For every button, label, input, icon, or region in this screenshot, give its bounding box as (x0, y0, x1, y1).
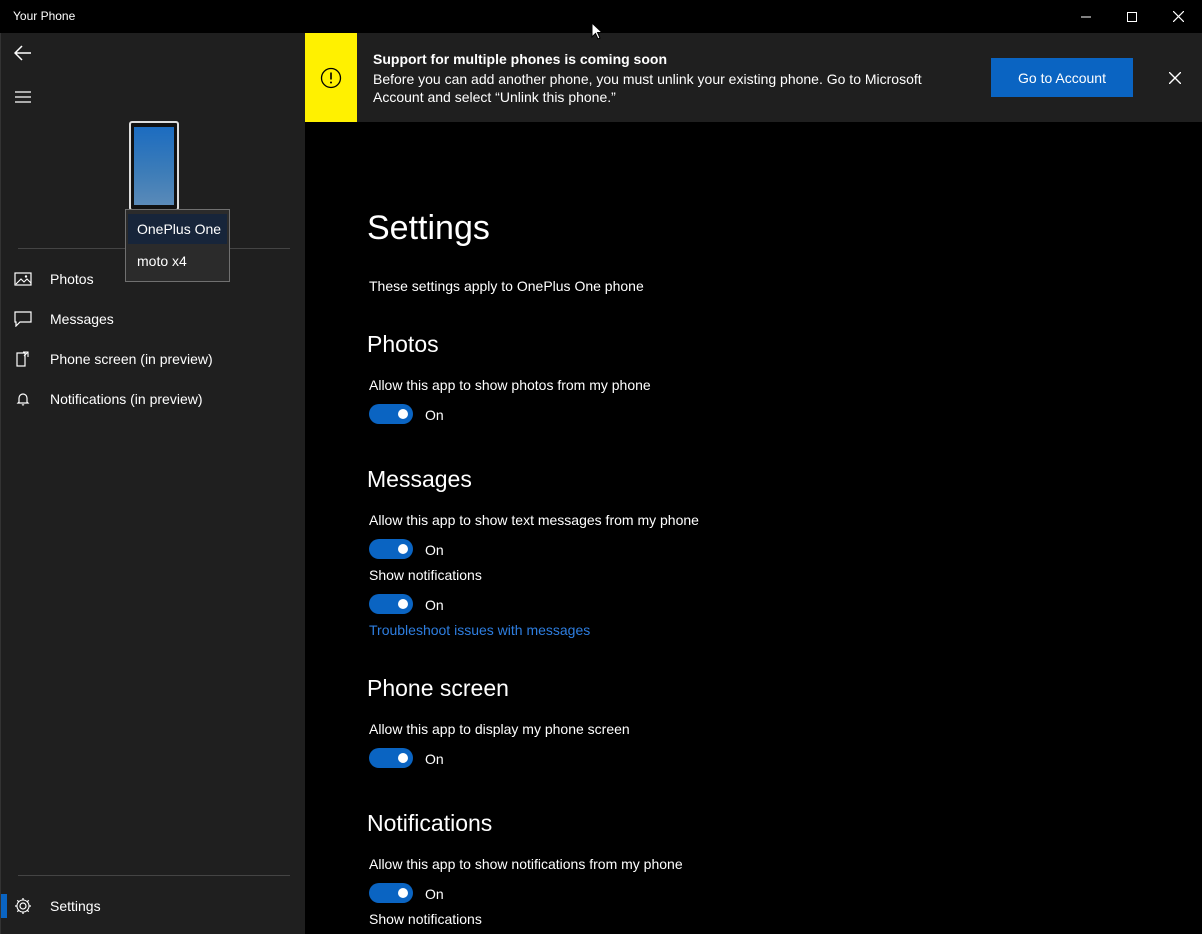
sidebar-item-label: Phone screen (in preview) (50, 351, 213, 367)
sidebar: Photos Messages Phone screen (in preview… (0, 33, 305, 934)
phone-screen-graphic (134, 127, 174, 205)
selection-marker (1, 894, 7, 918)
phone-screen-allow-toggle[interactable] (369, 748, 413, 768)
gear-icon (15, 898, 31, 914)
mouse-cursor-icon (591, 22, 603, 40)
photos-allow-label: Allow this app to show photos from my ph… (369, 377, 651, 393)
notifications-allow-label: Allow this app to show notifications fro… (369, 856, 683, 872)
hamburger-icon (15, 91, 31, 103)
page-title: Settings (367, 209, 490, 247)
toggle-state-label: On (425, 407, 444, 423)
section-heading-messages: Messages (367, 466, 472, 492)
sidebar-item-label: Notifications (in preview) (50, 391, 203, 407)
toggle-knob (398, 888, 408, 898)
toggle-state-label: On (425, 886, 444, 902)
sidebar-item-notifications[interactable]: Notifications (in preview) (1, 379, 305, 419)
troubleshoot-messages-link[interactable]: Troubleshoot issues with messages (369, 622, 590, 638)
back-button[interactable] (5, 35, 41, 71)
phone-image[interactable] (129, 121, 179, 211)
app-title: Your Phone (13, 9, 76, 23)
section-heading-notifications: Notifications (367, 810, 493, 836)
bell-icon (16, 393, 30, 406)
warning-icon (320, 67, 342, 88)
banner-message: Before you can add another phone, you mu… (373, 71, 922, 105)
go-to-account-button[interactable]: Go to Account (991, 58, 1133, 97)
phone-screen-allow-label: Allow this app to display my phone scree… (369, 721, 630, 737)
messages-notifications-toggle[interactable] (369, 594, 413, 614)
sidebar-item-label: Messages (50, 311, 114, 327)
device-option-oneplus-one[interactable]: OnePlus One (128, 214, 227, 244)
toggle-state-label: On (425, 597, 444, 613)
device-option-moto-x4[interactable]: moto x4 (128, 246, 227, 276)
sidebar-item-messages[interactable]: Messages (1, 299, 305, 339)
photos-icon (14, 272, 32, 286)
toggle-state-label: On (425, 542, 444, 558)
sidebar-item-phone-screen[interactable]: Phone screen (in preview) (1, 339, 305, 379)
toggle-knob (398, 599, 408, 609)
toggle-knob (398, 409, 408, 419)
sidebar-item-label: Settings (50, 898, 101, 914)
toggle-state-label: On (425, 751, 444, 767)
device-dropdown-menu: OnePlus One moto x4 (125, 209, 230, 282)
close-icon (1169, 72, 1181, 84)
minimize-icon (1081, 16, 1091, 17)
back-arrow-icon (14, 45, 31, 61)
toggle-knob (398, 753, 408, 763)
minimize-button[interactable] (1063, 0, 1109, 33)
banner-title: Support for multiple phones is coming so… (373, 51, 667, 67)
maximize-icon (1127, 11, 1137, 22)
messages-allow-toggle[interactable] (369, 539, 413, 559)
messages-notifications-label: Show notifications (369, 567, 482, 583)
notifications-show-label: Show notifications (369, 911, 482, 927)
close-icon (1172, 11, 1184, 22)
notifications-allow-toggle[interactable] (369, 883, 413, 903)
info-banner: Support for multiple phones is coming so… (305, 33, 1202, 122)
sidebar-item-settings[interactable]: Settings (1, 886, 305, 926)
sidebar-item-label: Photos (50, 271, 94, 287)
hamburger-menu-button[interactable] (5, 79, 41, 115)
close-window-button[interactable] (1155, 0, 1201, 33)
toggle-knob (398, 544, 408, 554)
photos-allow-toggle[interactable] (369, 404, 413, 424)
page-subtitle: These settings apply to OnePlus One phon… (369, 278, 644, 294)
phone-screen-icon (16, 351, 29, 367)
message-icon (14, 311, 32, 327)
section-heading-phone-screen: Phone screen (367, 675, 509, 701)
banner-close-button[interactable] (1165, 68, 1185, 88)
maximize-button[interactable] (1109, 0, 1155, 33)
banner-accent-strip (305, 33, 357, 122)
divider (18, 875, 290, 876)
settings-page: Settings These settings apply to OnePlus… (305, 122, 1202, 934)
messages-allow-label: Allow this app to show text messages fro… (369, 512, 699, 528)
section-heading-photos: Photos (367, 331, 439, 357)
